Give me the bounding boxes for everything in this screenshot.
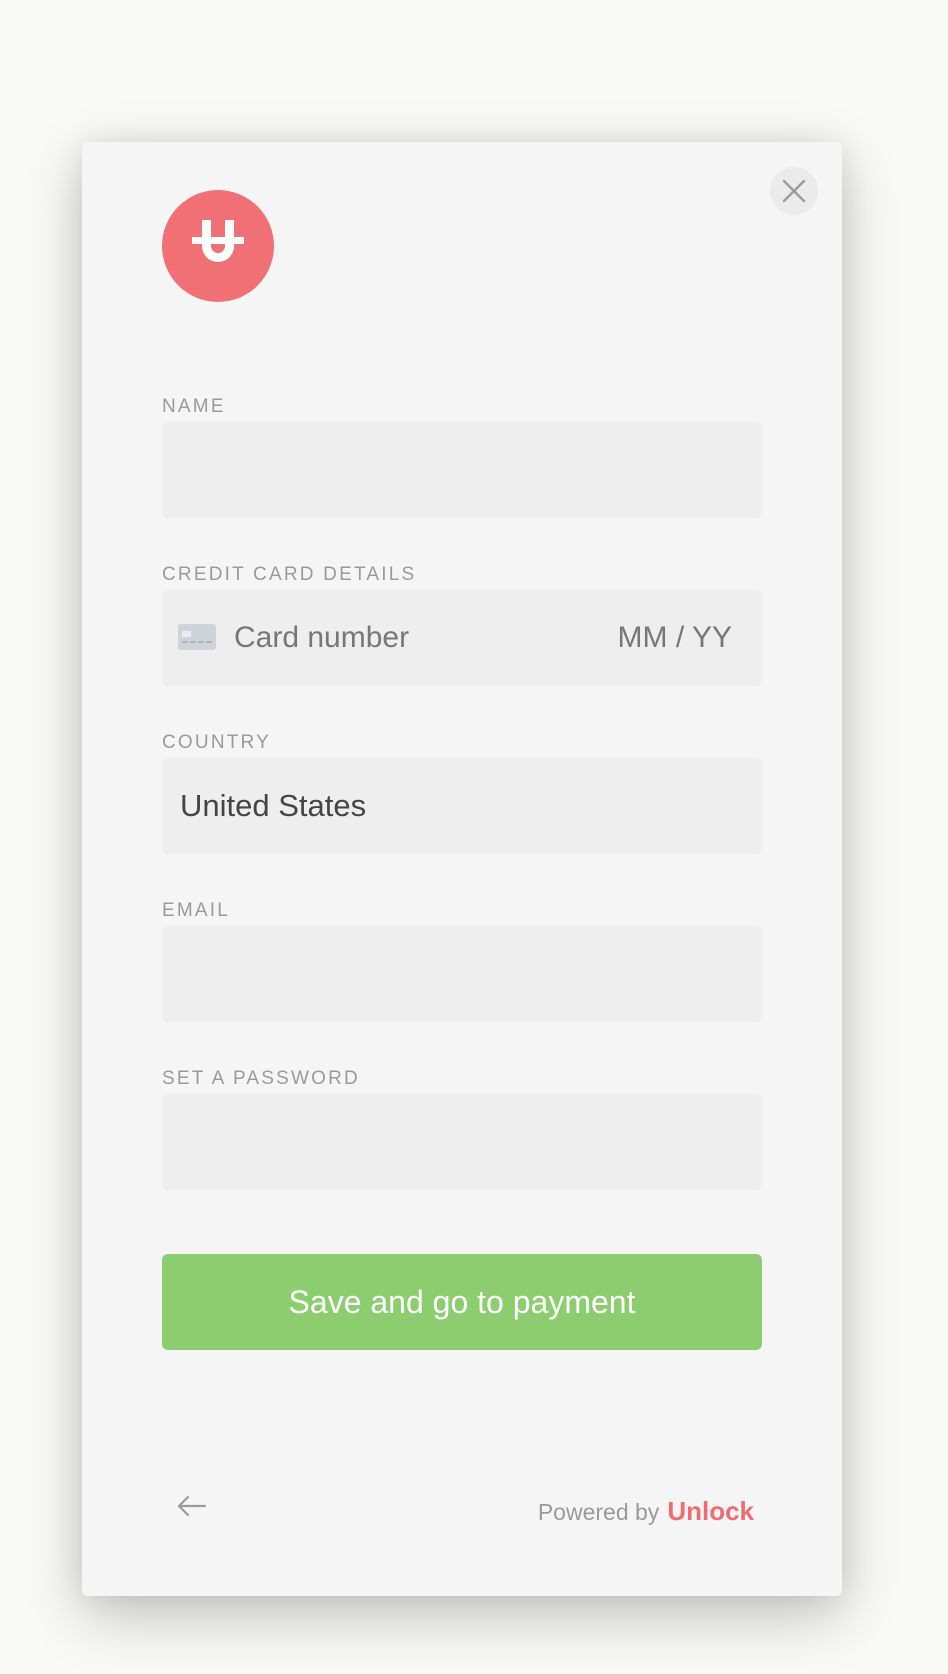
checkout-modal: NAME CREDIT CARD DETAILS Card number MM … bbox=[82, 142, 842, 1596]
email-label: EMAIL bbox=[162, 900, 231, 921]
credit-card-label: CREDIT CARD DETAILS bbox=[162, 564, 417, 585]
unlock-brand-link[interactable]: Unlock bbox=[667, 1496, 754, 1527]
close-button[interactable] bbox=[770, 167, 818, 215]
card-expiry-input[interactable]: MM / YY bbox=[618, 621, 732, 655]
unlock-logo-icon bbox=[192, 220, 244, 262]
powered-by: Powered by Unlock bbox=[538, 1496, 754, 1527]
country-select[interactable]: United States bbox=[162, 758, 762, 854]
close-icon bbox=[782, 179, 806, 203]
name-input[interactable] bbox=[162, 422, 762, 518]
unlock-logo bbox=[162, 190, 274, 302]
name-label: NAME bbox=[162, 396, 226, 417]
save-and-pay-button[interactable]: Save and go to payment bbox=[162, 1254, 762, 1350]
country-label: COUNTRY bbox=[162, 732, 271, 753]
arrow-left-icon bbox=[177, 1495, 207, 1517]
powered-by-text: Powered by bbox=[537, 1499, 660, 1525]
password-label: SET A PASSWORD bbox=[162, 1068, 360, 1089]
credit-card-icon bbox=[178, 624, 216, 650]
card-number-input[interactable]: Card number bbox=[234, 621, 409, 655]
country-value: United States bbox=[180, 788, 367, 823]
back-button[interactable] bbox=[176, 1494, 208, 1523]
password-input[interactable] bbox=[162, 1094, 762, 1190]
email-input[interactable] bbox=[162, 926, 762, 1022]
credit-card-field[interactable]: Card number MM / YY bbox=[162, 590, 762, 686]
